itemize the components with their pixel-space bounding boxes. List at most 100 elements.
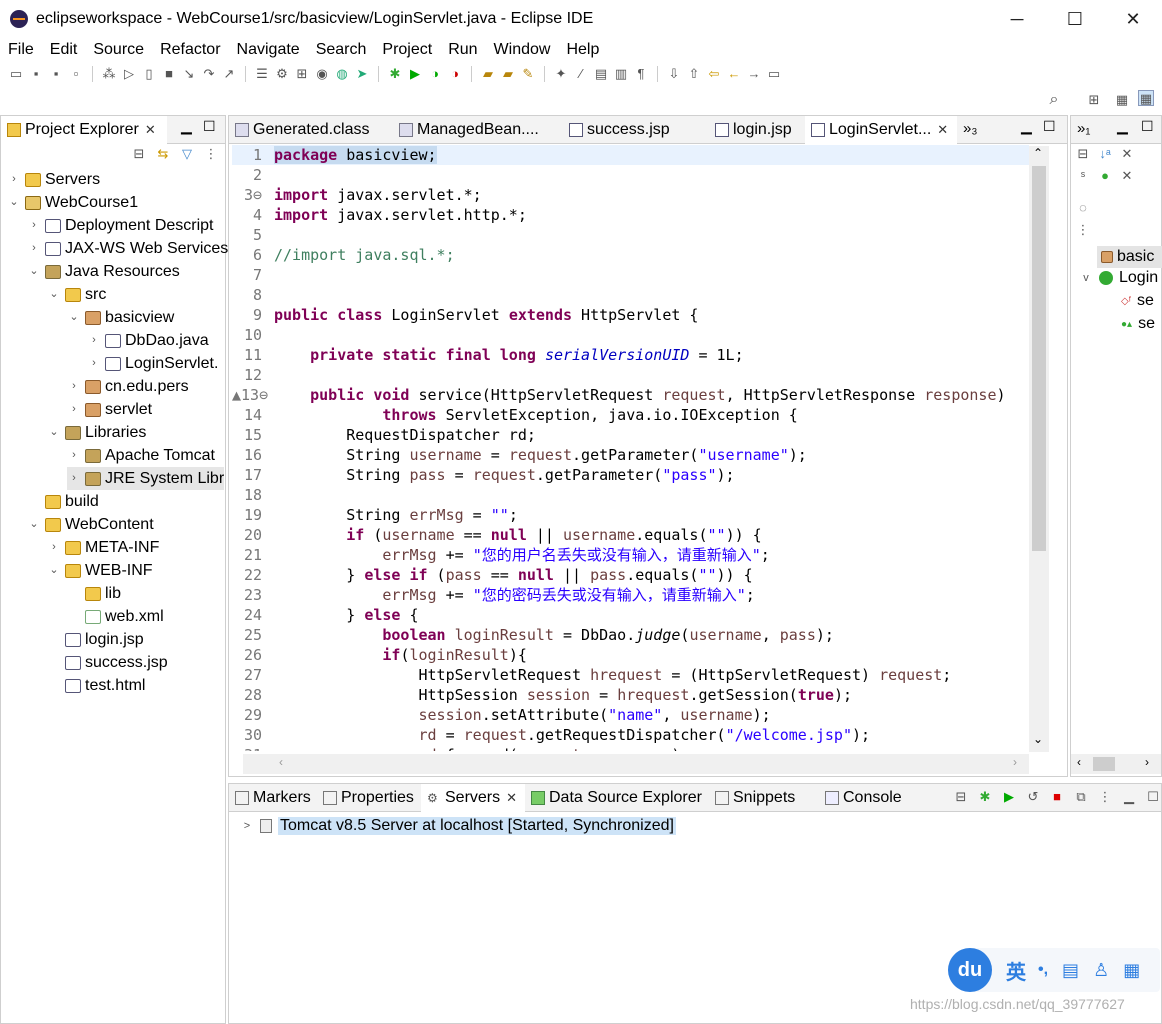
hide-static-icon[interactable]: ˢ xyxy=(1075,168,1091,184)
outline-item-field[interactable]: ◇ᶠ se xyxy=(1121,292,1154,310)
profile-server-icon[interactable]: ↺ xyxy=(1025,789,1041,805)
outline-item-package[interactable]: basic xyxy=(1097,246,1162,268)
chevron-down-icon[interactable]: ⌄ xyxy=(27,260,41,283)
debug-icon[interactable]: ✱ xyxy=(387,66,403,82)
pin-icon[interactable]: ✦ xyxy=(553,66,569,82)
tree-item[interactable]: ⌄ src xyxy=(47,283,106,306)
tab-overflow-button[interactable]: »₃ xyxy=(963,120,977,137)
outline-item-method[interactable]: ●▴ se xyxy=(1121,315,1155,333)
link-with-editor-icon[interactable]: ⇆ xyxy=(155,146,171,162)
scroll-right-icon[interactable]: › xyxy=(1145,755,1149,769)
chevron-right-icon[interactable]: › xyxy=(47,536,61,559)
terminate-icon[interactable]: ■ xyxy=(161,66,177,82)
code-line[interactable]: 22 } else if (pass == null || pass.equal… xyxy=(232,565,1029,585)
code-line[interactable]: 28 HttpSession session = hrequest.getSes… xyxy=(232,685,1029,705)
close-icon[interactable]: ✕ xyxy=(506,790,517,806)
chevron-down-icon[interactable]: ⌄ xyxy=(47,283,61,306)
whitespace-icon[interactable]: ¶ xyxy=(633,66,649,82)
code-line[interactable]: 5 xyxy=(232,225,1029,245)
tab-login-jsp[interactable]: login.jsp xyxy=(709,116,805,144)
close-button[interactable]: ✕ xyxy=(1104,0,1162,38)
code-line[interactable]: 8 xyxy=(232,285,1029,305)
chevron-right-icon[interactable]: › xyxy=(27,214,41,237)
user-icon[interactable]: ♙ xyxy=(1093,960,1109,981)
menu-navigate[interactable]: Navigate xyxy=(237,41,300,59)
code-line[interactable]: 31 rd.forward(request, response); xyxy=(232,745,1029,751)
menu-window[interactable]: Window xyxy=(494,41,551,59)
back-icon[interactable]: ← xyxy=(726,66,742,82)
grid-menu-icon[interactable]: ▦ xyxy=(1123,960,1140,981)
open-task-icon[interactable]: ▰ xyxy=(500,66,516,82)
coverage-icon[interactable]: ◑ xyxy=(427,66,443,82)
save-icon[interactable]: ▪ xyxy=(28,66,44,82)
search-icon[interactable]: ⌕ xyxy=(1046,92,1062,108)
code-line[interactable]: 23 errMsg += "您的密码丢失或没有输入，请重新输入"; xyxy=(232,585,1029,605)
new-class-icon[interactable]: ◉ xyxy=(314,66,330,82)
scroll-up-icon[interactable]: ⌃ xyxy=(1033,146,1043,160)
maximize-button[interactable]: ☐ xyxy=(1046,0,1104,38)
java-ee-perspective-icon[interactable]: ▦ xyxy=(1114,92,1130,108)
view-menu-icon[interactable]: ⋮ xyxy=(1097,789,1113,805)
menu-refactor[interactable]: Refactor xyxy=(160,41,220,59)
minimize-icon[interactable]: ▁ xyxy=(1021,118,1032,135)
chevron-right-icon[interactable]: › xyxy=(87,352,101,375)
code-line[interactable]: 4 import javax.servlet.http.*; xyxy=(232,205,1029,225)
tab-snippets[interactable]: Snippets xyxy=(709,784,819,812)
tree-item[interactable]: build xyxy=(27,490,99,513)
menu-run[interactable]: Run xyxy=(448,41,477,59)
menu-edit[interactable]: Edit xyxy=(50,41,78,59)
code-line[interactable]: 3⊖ import javax.servlet.*; xyxy=(232,185,1029,205)
pen-icon[interactable]: ✎ xyxy=(520,66,536,82)
editor-hscrollbar[interactable]: ‹ › xyxy=(243,754,1029,774)
tab-managedbean[interactable]: ManagedBean.... xyxy=(393,116,563,144)
new-server-icon[interactable]: ⚙ xyxy=(274,66,290,82)
globe-icon[interactable]: ◍ xyxy=(334,66,350,82)
scroll-left-icon[interactable]: ‹ xyxy=(1077,755,1081,769)
open-folder-icon[interactable]: ▰ xyxy=(480,66,496,82)
tree-item[interactable]: › servlet xyxy=(67,398,152,421)
menu-search[interactable]: Search xyxy=(316,41,367,59)
print-icon[interactable]: ▫ xyxy=(68,66,84,82)
menu-project[interactable]: Project xyxy=(382,41,432,59)
code-line[interactable]: 11 private static final long serialVersi… xyxy=(232,345,1029,365)
tree-item[interactable]: › LoginServlet. xyxy=(87,352,218,375)
highlight-icon[interactable]: ⁄ xyxy=(573,66,589,82)
chevron-right-icon[interactable]: › xyxy=(27,237,41,260)
chevron-down-icon[interactable]: ⌄ xyxy=(27,513,41,536)
chevron-down-icon[interactable]: ⌄ xyxy=(47,559,61,582)
tree-item[interactable]: ⌄ Java Resources xyxy=(27,260,179,283)
code-line[interactable]: 10 xyxy=(232,325,1029,345)
step-into-icon[interactable]: ↘ xyxy=(181,66,197,82)
collapse-all-icon[interactable]: ⊟ xyxy=(1075,146,1091,162)
tree-item[interactable]: lib xyxy=(67,582,121,605)
close-icon[interactable]: ✕ xyxy=(145,122,156,138)
tree-item[interactable]: › cn.edu.pers xyxy=(67,375,188,398)
menu-source[interactable]: Source xyxy=(93,41,144,59)
chevron-down-icon[interactable]: ⌄ xyxy=(47,421,61,444)
outline-hscrollbar[interactable]: ‹ › xyxy=(1071,754,1161,774)
tab-success-jsp[interactable]: success.jsp xyxy=(563,116,709,144)
scroll-down-icon[interactable]: ⌄ xyxy=(1033,732,1043,746)
tab-servers[interactable]: ⚙ Servers ✕ xyxy=(421,784,525,812)
resume-icon[interactable]: ▷ xyxy=(121,66,137,82)
menu-file[interactable]: File xyxy=(8,41,34,59)
step-return-icon[interactable]: ↗ xyxy=(221,66,237,82)
ime-mode-button[interactable]: 英 xyxy=(1006,956,1026,985)
tree-item[interactable]: ⌄ WebCourse1 xyxy=(7,191,138,214)
code-line[interactable]: 6 //import java.sql.*; xyxy=(232,245,1029,265)
maximize-icon[interactable]: ☐ xyxy=(1145,789,1161,805)
tree-item[interactable]: › META-INF xyxy=(47,536,159,559)
prev-annotation-icon[interactable]: ⇧ xyxy=(686,66,702,82)
code-line[interactable]: 7 xyxy=(232,265,1029,285)
run-icon[interactable]: ▶ xyxy=(407,66,423,82)
code-line[interactable]: 17 String pass = request.getParameter("p… xyxy=(232,465,1029,485)
stop-server-icon[interactable]: ■ xyxy=(1049,789,1065,805)
editor-vscrollbar[interactable]: ⌃ ⌄ xyxy=(1029,146,1049,752)
minimize-icon[interactable]: ▁ xyxy=(1121,789,1137,805)
tab-console[interactable]: Console xyxy=(819,784,915,812)
scroll-right-icon[interactable]: › xyxy=(1013,755,1017,769)
code-line[interactable]: ▲13⊖ public void service(HttpServletRequ… xyxy=(232,385,1029,405)
collapse-all-icon[interactable]: ⊟ xyxy=(953,789,969,805)
code-line[interactable]: 20 if (username == null || username.equa… xyxy=(232,525,1029,545)
last-edit-icon[interactable]: ⇦ xyxy=(706,66,722,82)
